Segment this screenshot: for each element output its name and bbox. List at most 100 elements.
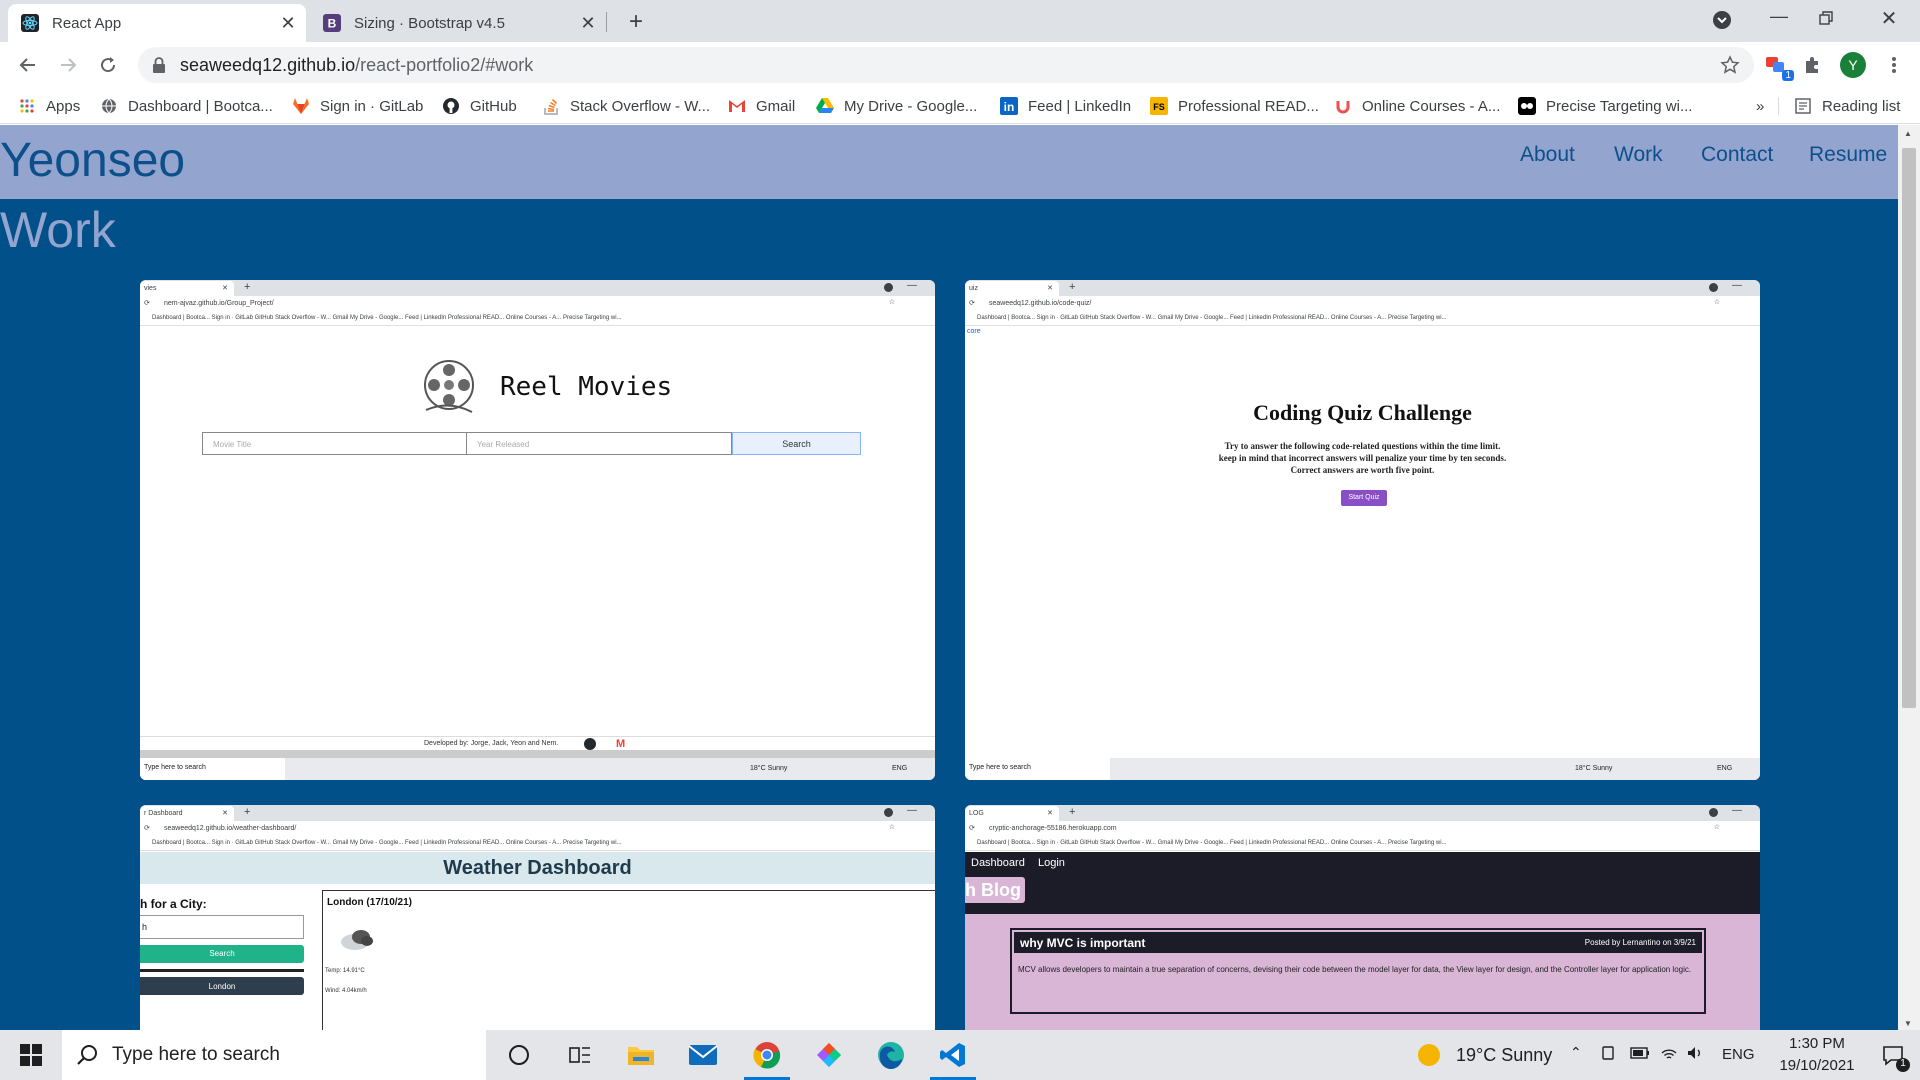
reading-list-button[interactable]: Reading list <box>1794 95 1900 117</box>
mini-bookmarks: Dashboard | Bootca... Sign in · GitLab G… <box>965 312 1760 326</box>
bookmark-github[interactable]: GitHub <box>442 95 517 117</box>
tab-react-app[interactable]: React App ✕ <box>8 4 306 42</box>
task-view-button[interactable] <box>551 1030 609 1080</box>
mini-history-button: London <box>140 977 304 995</box>
url-host: seaweedq12.github.io <box>180 54 356 75</box>
taskbar-clock-time[interactable]: 1:30 PM <box>1782 1035 1852 1052</box>
bookmarks-overflow-button[interactable]: » <box>1756 95 1764 117</box>
tab-title: React App <box>52 14 122 32</box>
reload-icon <box>101 57 116 73</box>
language-indicator[interactable]: ENG <box>1722 1046 1755 1063</box>
bookmark-stackoverflow[interactable]: Stack Overflow - W... <box>542 95 710 117</box>
project-card-tech-blog[interactable]: LOG ✕ + — ⟳ cryptic-anchorage-55186.herok… <box>965 805 1760 1030</box>
mini-tab-strip: vies ✕ + — <box>140 280 935 296</box>
bookmark-star-icon[interactable] <box>1720 55 1740 75</box>
mini-address-bar: ⟳ seaweedq12.github.io/weather-dashboard… <box>140 821 935 837</box>
close-tab-icon[interactable]: ✕ <box>276 11 300 35</box>
close-tab-icon[interactable]: ✕ <box>576 11 600 35</box>
mini-address-bar: ⟳ cryptic-anchorage-55186.herokuapp.com … <box>965 821 1760 837</box>
nav-link-resume[interactable]: Resume <box>1809 143 1887 167</box>
system-tray: 19°C Sunny ⌃ ENG 1:30 PM 19/10/2021 1 <box>1410 1030 1920 1080</box>
chrome-icon <box>753 1042 781 1069</box>
browser-menu-button[interactable] <box>1878 49 1910 81</box>
bookmark-linkedin[interactable]: in Feed | LinkedIn <box>1000 95 1131 117</box>
address-bar[interactable]: seaweedq12.github.io/react-portfolio2/#w… <box>138 47 1754 83</box>
mini-url: nem-ajvaz.github.io/Group_Project/ <box>164 300 274 307</box>
nav-link-about[interactable]: About <box>1520 143 1575 167</box>
react-logo-icon <box>20 13 40 33</box>
browser-tab-strip: React App ✕ B Sizing · Bootstrap v4.5 ✕ … <box>0 0 1920 42</box>
mini-search-button: Search <box>140 945 304 963</box>
tab-bootstrap-sizing[interactable]: B Sizing · Bootstrap v4.5 ✕ <box>310 4 606 42</box>
project-card-coding-quiz[interactable]: uiz ✕ + — ⟳ seaweedq12.github.io/code-qui… <box>965 280 1760 780</box>
gitkraken-button[interactable] <box>800 1030 858 1080</box>
extension-translate-button[interactable]: 1 <box>1760 49 1794 81</box>
chrome-taskbar-button[interactable] <box>738 1030 796 1080</box>
bookmark-precise-targeting[interactable]: Precise Targeting wi... <box>1518 95 1692 117</box>
scroll-up-arrow-icon: ▲ <box>1904 129 1912 138</box>
file-explorer-button[interactable] <box>612 1030 670 1080</box>
battery-icon[interactable] <box>1630 1047 1650 1059</box>
mini-post-meta: Posted by Lernantino on 3/9/21 <box>1584 938 1696 947</box>
apps-grid-icon <box>18 97 36 115</box>
mini-chevron-icon <box>884 283 893 292</box>
taskbar-clock-date[interactable]: 19/10/2021 <box>1770 1057 1864 1074</box>
start-button[interactable] <box>2 1030 60 1080</box>
mini-taskbar: Type here to search 18°C Sunny ENG <box>965 758 1760 780</box>
chevron-up-icon[interactable]: ⌃ <box>1570 1044 1582 1061</box>
volume-icon[interactable] <box>1686 1044 1704 1062</box>
project-card-reel-movies[interactable]: vies ✕ + — ⟳ nem-ajvaz.github.io/Group_Pr… <box>140 280 935 780</box>
mini-search-label: h for a City: <box>140 897 207 911</box>
scrollbar-thumb[interactable] <box>1902 148 1916 708</box>
scroll-down-arrow-icon: ▼ <box>1904 1019 1912 1028</box>
mini-post-body: MCV allows developers to maintain a true… <box>1018 965 1692 974</box>
reload-button[interactable] <box>92 49 124 81</box>
edge-button[interactable] <box>862 1030 920 1080</box>
puzzle-icon <box>1806 57 1818 73</box>
folder-icon <box>628 1047 654 1065</box>
bookmark-udemy[interactable]: Online Courses - A... <box>1334 95 1500 117</box>
bookmark-apps[interactable]: Apps <box>18 95 80 117</box>
reading-list-icon <box>1794 97 1812 115</box>
bookmark-gmail[interactable]: Gmail <box>728 95 795 117</box>
mini-score-link: core <box>967 328 981 335</box>
mini-nav-login: Login <box>1038 857 1065 869</box>
mini-temp: Temp: 14.91°C <box>325 968 365 974</box>
new-tab-button[interactable]: + <box>622 8 650 36</box>
minimize-window-button[interactable]: — <box>1764 6 1794 36</box>
mini-gmail-icon: M <box>616 738 626 750</box>
close-window-button[interactable]: ✕ <box>1874 6 1904 36</box>
bookmark-gitlab[interactable]: Sign in · GitLab <box>292 95 423 117</box>
tab-search-button[interactable] <box>1712 10 1732 30</box>
site-brand[interactable]: Yeonseo <box>0 133 185 188</box>
bookmark-google-drive[interactable]: My Drive - Google... <box>816 95 977 117</box>
taskbar-search-box[interactable]: Type here to search <box>62 1030 486 1080</box>
cortana-circle-icon <box>509 1045 529 1065</box>
back-button[interactable] <box>12 49 44 81</box>
vscode-button[interactable] <box>924 1030 982 1080</box>
restore-window-button[interactable] <box>1818 10 1848 34</box>
section-title: Work <box>0 202 116 258</box>
wifi-icon[interactable] <box>1660 1044 1678 1062</box>
project-card-weather-dashboard[interactable]: r Dashboard ✕ + — ⟳ seaweedq12.github.io/… <box>140 805 935 1030</box>
mail-button[interactable] <box>674 1030 732 1080</box>
bookmark-professional-readme[interactable]: FS Professional READ... <box>1150 95 1319 117</box>
mini-tab: uiz ✕ <box>965 281 1059 296</box>
forward-button[interactable] <box>52 49 84 81</box>
profile-avatar[interactable]: Y <box>1840 52 1866 78</box>
mini-page-title: Weather Dashboard <box>140 852 935 884</box>
sun-weather-icon[interactable] <box>1418 1044 1440 1066</box>
udemy-icon <box>1334 97 1352 115</box>
meet-now-icon[interactable] <box>1600 1045 1616 1061</box>
notification-badge: 1 <box>1896 1058 1910 1072</box>
mini-instructions: Try to answer the following code-related… <box>1218 441 1507 475</box>
bookmark-dashboard-bootcamp[interactable]: Dashboard | Bootca... <box>100 95 273 117</box>
mini-blog-title: h Blog <box>965 877 1025 903</box>
nav-link-work[interactable]: Work <box>1614 143 1663 167</box>
mini-search-button: Search <box>732 432 861 455</box>
cortana-button[interactable] <box>490 1030 548 1080</box>
lock-icon[interactable] <box>152 57 166 73</box>
taskbar-weather[interactable]: 19°C Sunny <box>1456 1045 1552 1066</box>
nav-link-contact[interactable]: Contact <box>1701 143 1773 167</box>
extensions-button[interactable] <box>1796 49 1828 81</box>
